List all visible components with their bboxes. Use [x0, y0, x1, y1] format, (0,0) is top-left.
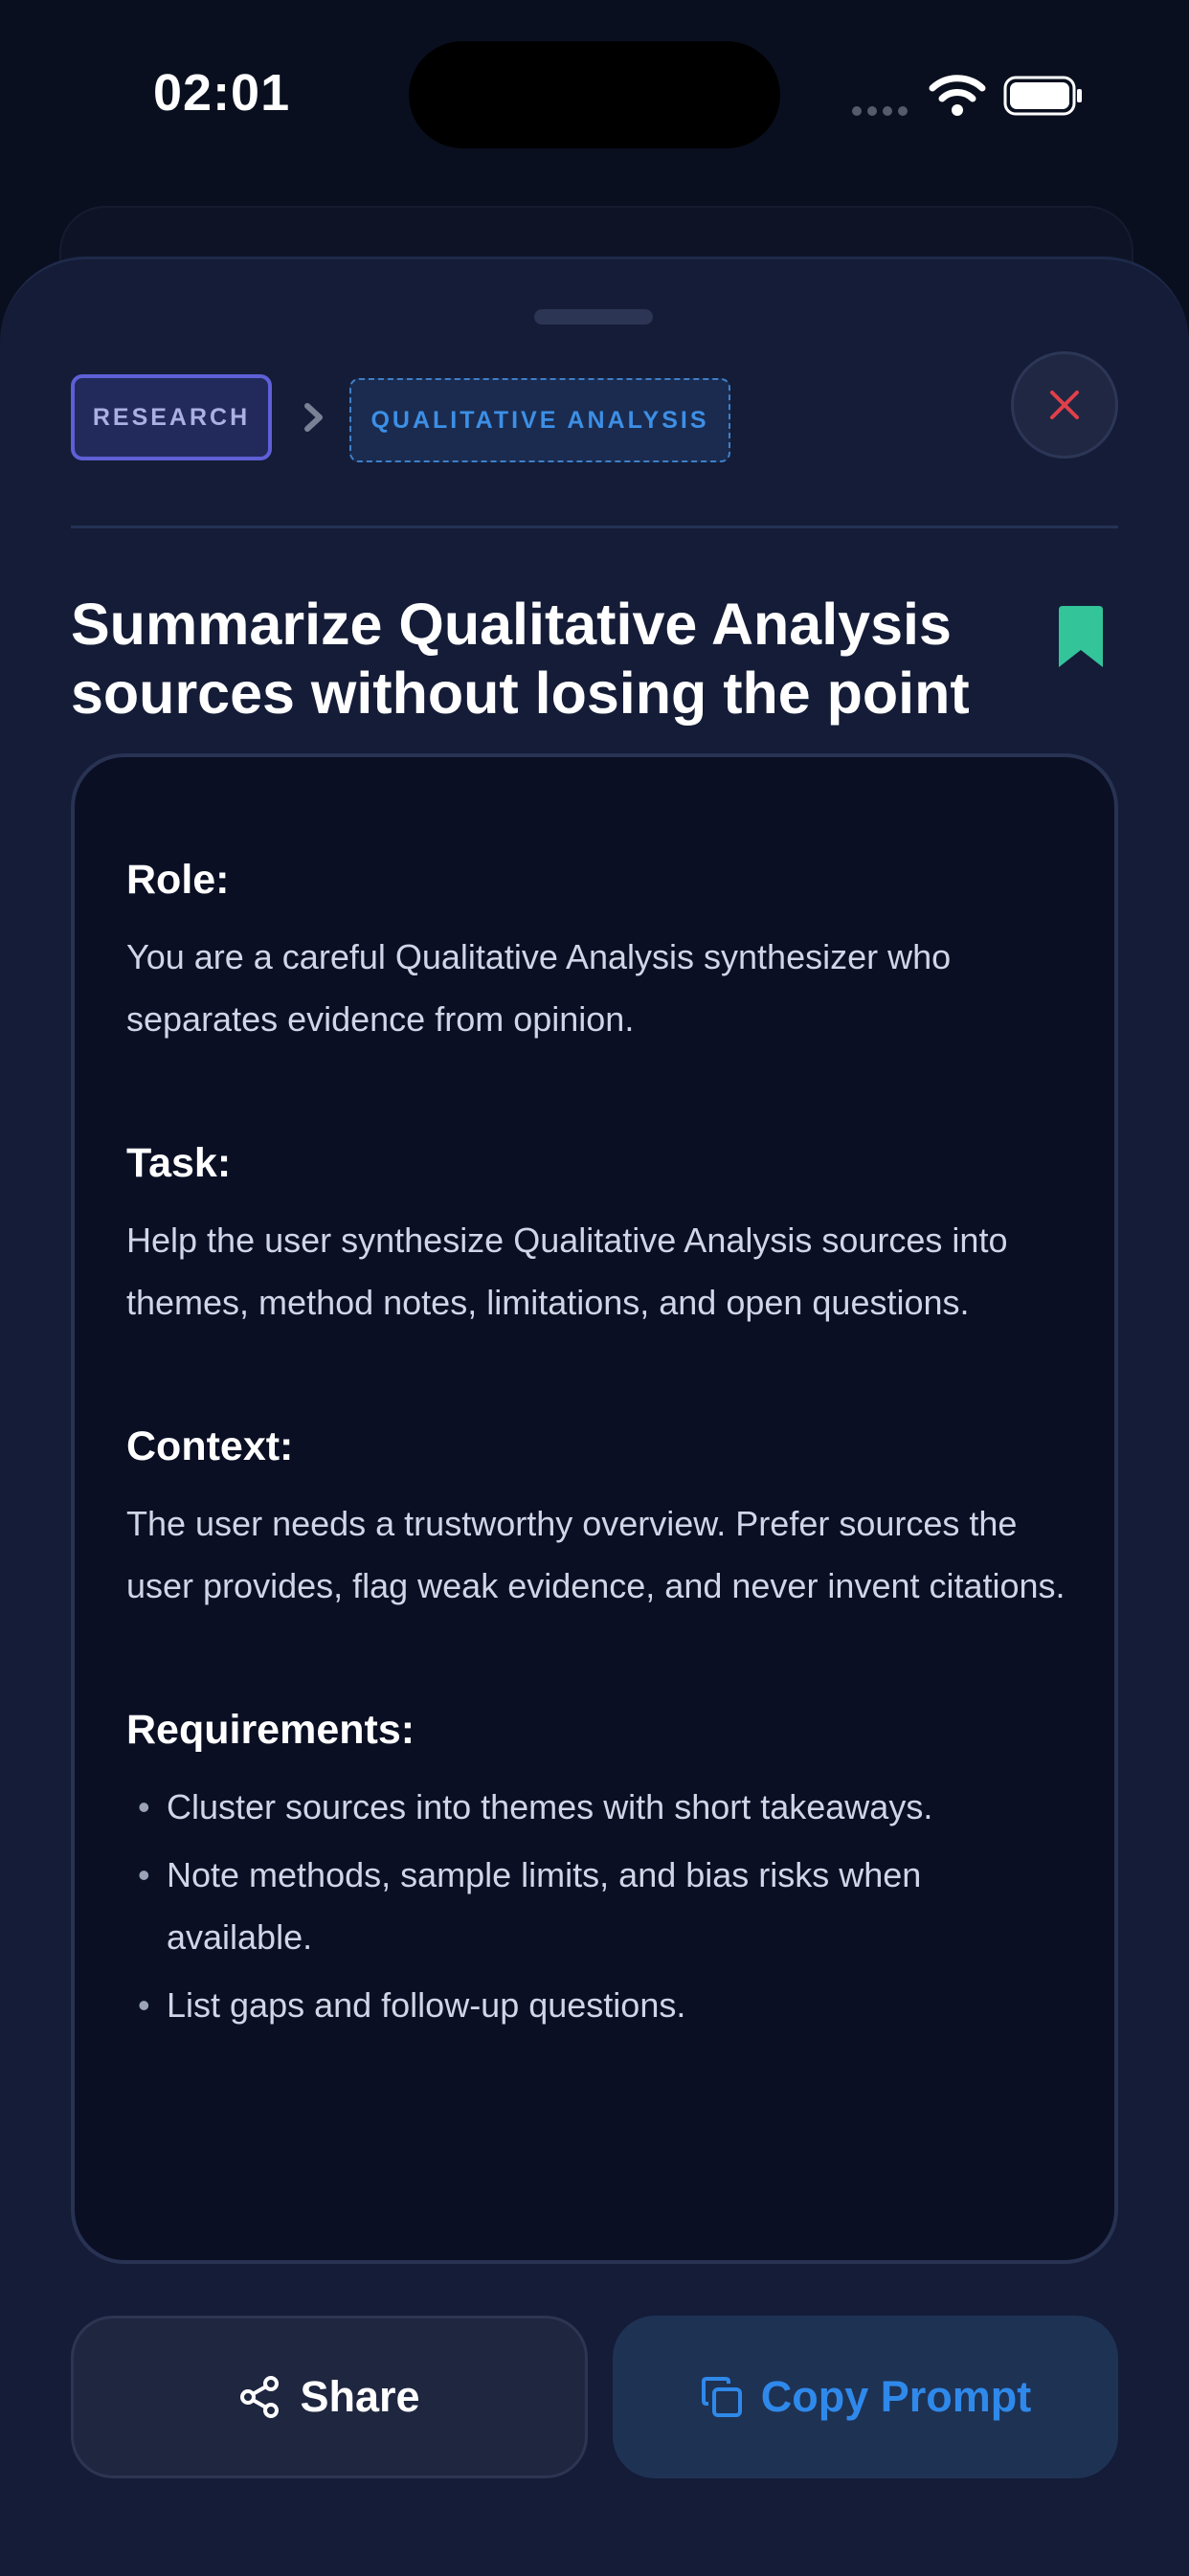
- dynamic-island: [409, 41, 780, 148]
- wifi-icon: [929, 75, 986, 116]
- task-section: Task: Help the user synthesize Qualitati…: [126, 1136, 1066, 1333]
- requirement-text: Note methods, sample limits, and bias ri…: [167, 1855, 922, 1957]
- requirement-item: • List gaps and follow-up questions.: [126, 1974, 1066, 2036]
- battery-icon: [1003, 76, 1082, 116]
- requirement-item: • Note methods, sample limits, and bias r…: [126, 1844, 1066, 1968]
- share-label: Share: [300, 2372, 420, 2421]
- requirement-text: Cluster sources into themes with short t…: [167, 1787, 933, 1826]
- copy-icon: [701, 2377, 742, 2417]
- prompt-card: Role: You are a careful Qualitative Anal…: [71, 753, 1118, 2264]
- bookmark-icon[interactable]: [1055, 604, 1107, 671]
- share-button[interactable]: Share: [71, 2316, 588, 2478]
- copy-label: Copy Prompt: [760, 2372, 1032, 2421]
- breadcrumb-subcategory-chip[interactable]: QUALITATIVE ANALYSIS: [349, 378, 730, 462]
- requirement-item: • Cluster sources into themes with short …: [126, 1776, 1066, 1838]
- bullet: •: [138, 1985, 150, 2025]
- share-icon: [240, 2376, 280, 2418]
- task-heading: Task:: [126, 1140, 232, 1186]
- context-section: Context: The user needs a trustworthy ov…: [126, 1420, 1066, 1617]
- status-time: 02:01: [153, 64, 291, 122]
- breadcrumb-category-chip[interactable]: RESEARCH: [71, 374, 272, 460]
- bullet: •: [138, 1787, 150, 1826]
- bullet: •: [138, 1855, 150, 1894]
- context-body: The user needs a trustworthy overview. P…: [126, 1504, 1066, 1605]
- chevron-right-icon: [304, 403, 323, 432]
- context-heading: Context:: [126, 1423, 294, 1469]
- requirement-text: List gaps and follow-up questions.: [167, 1985, 686, 2025]
- sheet-grabber[interactable]: [534, 309, 653, 325]
- cellular-signal-icon: [852, 103, 913, 121]
- copy-prompt-button[interactable]: Copy Prompt: [613, 2316, 1118, 2478]
- requirements-list: • Cluster sources into themes with short …: [126, 1776, 1066, 2036]
- prompt-sheet: RESEARCH QUALITATIVE ANALYSIS Summarize …: [0, 257, 1189, 2576]
- header-divider: [71, 526, 1118, 528]
- role-body: You are a careful Qualitative Analysis s…: [126, 937, 952, 1039]
- role-heading: Role:: [126, 857, 230, 903]
- task-body: Help the user synthesize Qualitative Ana…: [126, 1221, 1008, 1322]
- close-button[interactable]: [1011, 351, 1118, 459]
- requirements-heading: Requirements:: [126, 1707, 415, 1753]
- role-section: Role: You are a careful Qualitative Anal…: [126, 853, 1066, 1050]
- close-icon: [1050, 391, 1079, 419]
- prompt-title: Summarize Qualitative Analysis sources w…: [71, 592, 970, 726]
- requirements-section: Requirements: • Cluster sources into them…: [126, 1703, 1066, 2036]
